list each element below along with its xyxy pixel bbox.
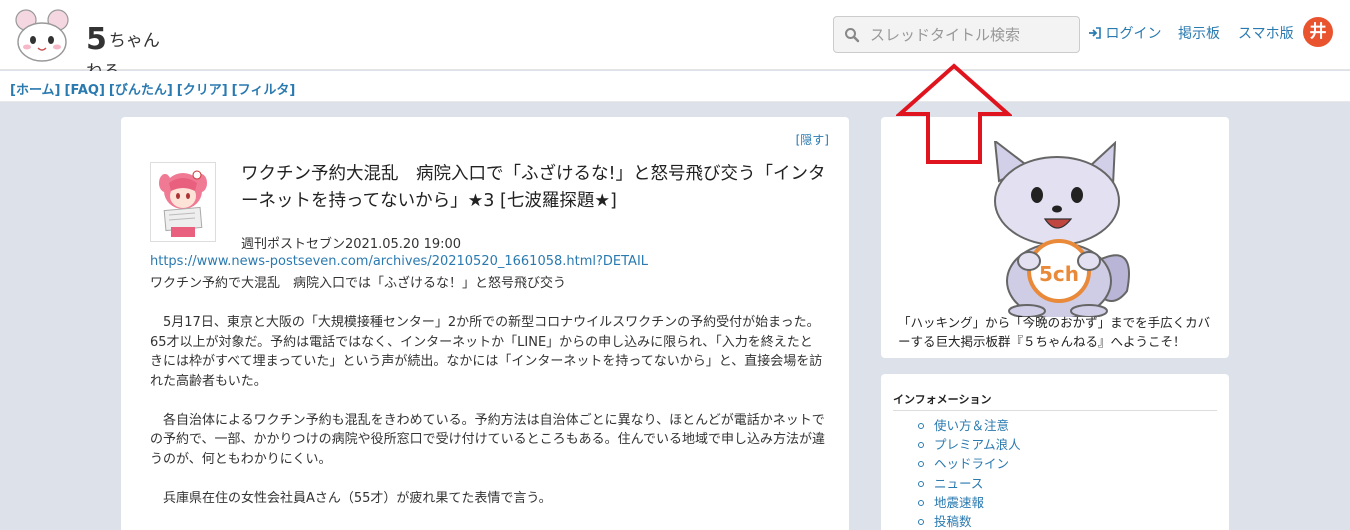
site-header: 5ちゃんねる ログイン 掲示板 スマホ版 井 — [0, 0, 1350, 82]
information-list: 使い方＆注意 プレミアム浪人 ヘッドライン ニュース 地震速報 投稿数 — [918, 416, 1021, 530]
subnav-filter-link[interactable]: [フィルタ] — [232, 83, 296, 98]
information-title: インフォメーション — [893, 393, 992, 406]
logo-number: 5 — [86, 22, 107, 57]
search-icon — [845, 28, 860, 43]
info-item-headline[interactable]: ヘッドライン — [918, 454, 1021, 473]
mouse-logo-icon — [15, 9, 69, 62]
subnav-home-link[interactable]: [ホーム] — [10, 83, 61, 98]
sub-navigation: [ホーム] [FAQ] [びんたん] [クリア] [フィルタ] — [0, 71, 1350, 102]
mobile-version-link[interactable]: スマホ版 — [1238, 23, 1294, 43]
hide-link[interactable]: [隠す] — [796, 131, 829, 148]
anime-girl-avatar-icon — [159, 170, 207, 237]
thread-search-box[interactable] — [833, 16, 1080, 53]
login-label: ログイン — [1105, 26, 1162, 42]
article-title[interactable]: ワクチン予約大混乱 病院入口で「ふざけるな!」と怒号飛び交う「インターネットを持… — [241, 161, 831, 215]
article-source-line: 週刊ポストセブン2021.05.20 19:00 — [241, 237, 462, 252]
article-paragraph: 各自治体によるワクチン予約も混乱をきわめている。予約方法は自治体ごとに異なり、ほ… — [150, 412, 825, 467]
subnav-clear-link[interactable]: [クリア] — [177, 83, 228, 98]
info-item-news[interactable]: ニュース — [918, 474, 1021, 493]
bullet-icon — [918, 423, 924, 429]
bullet-icon — [918, 442, 924, 449]
site-logo[interactable]: 5ちゃんねる — [14, 8, 174, 82]
article-url-link[interactable]: https://www.news-postseven.com/archives/… — [150, 254, 648, 269]
article-paragraph: 5月17日、東京と大阪の「大規模接種センター」2か所での新型コロナウイルスワクチ… — [150, 315, 823, 389]
divider — [893, 410, 1217, 411]
hashtag-button[interactable]: 井 — [1303, 17, 1333, 47]
welcome-text: 「ハッキング」から「今晩のおかず」までを手広くカバーする巨大掲示板群『５ちゃんね… — [898, 315, 1211, 349]
board-link[interactable]: 掲示板 — [1178, 23, 1220, 43]
sign-in-icon — [1089, 27, 1101, 39]
article-card: [隠す] ワクチン予約大混乱 病院入口で「ふざけるな!」と怒号飛び交う「インター… — [121, 117, 849, 530]
info-item-post-count[interactable]: 投稿数 — [918, 512, 1021, 530]
information-panel: インフォメーション 使い方＆注意 プレミアム浪人 ヘッドライン ニュース 地震速… — [881, 374, 1229, 530]
subnav-bintan-link[interactable]: [びんたん] — [109, 83, 173, 98]
article-paragraph: 兵庫県在住の女性会社員Aさん（55才）が疲れ果てた表情で言う。 — [150, 490, 552, 506]
up-arrow-annotation-icon — [896, 63, 1012, 164]
thread-search-input[interactable] — [870, 23, 1070, 47]
info-item-premium[interactable]: プレミアム浪人 — [918, 435, 1021, 454]
bullet-icon — [918, 461, 924, 468]
article-lead: ワクチン予約で大混乱 病院入口では「ふざけるな！」と怒号飛び交う — [150, 276, 567, 291]
info-item-usage[interactable]: 使い方＆注意 — [918, 416, 1021, 435]
article-body: ワクチン予約で大混乱 病院入口では「ふざけるな！」と怒号飛び交う 5月17日、東… — [150, 274, 825, 528]
subnav-faq-link[interactable]: [FAQ] — [65, 83, 105, 98]
info-item-earthquake[interactable]: 地震速報 — [918, 493, 1021, 512]
bullet-icon — [918, 480, 924, 487]
login-link[interactable]: ログイン — [1088, 23, 1161, 43]
mascot-badge-label: 5ch — [1039, 262, 1079, 286]
bullet-icon — [918, 519, 924, 526]
reporter-avatar — [150, 162, 216, 242]
bullet-icon — [918, 499, 924, 506]
wolf-mascot-icon: 5ch — [993, 141, 1130, 317]
